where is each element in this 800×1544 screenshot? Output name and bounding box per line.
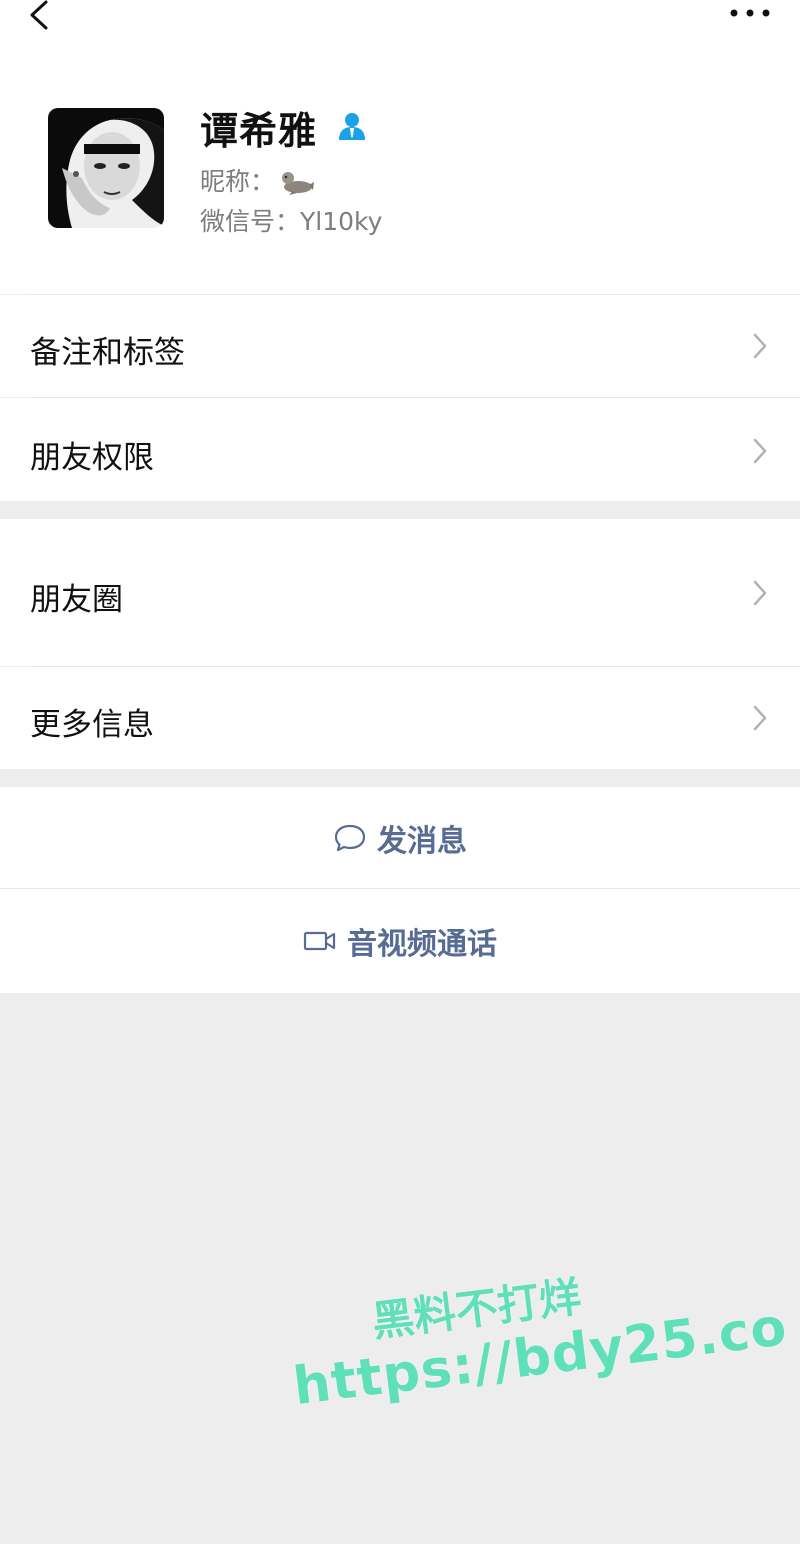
friend-permissions-label: 朋友权限 xyxy=(30,440,154,476)
avatar[interactable] xyxy=(48,108,164,228)
moments-label: 朋友圈 xyxy=(30,582,123,618)
back-icon[interactable] xyxy=(22,0,62,34)
more-info-label: 更多信息 xyxy=(30,707,154,743)
seal-emoji-icon xyxy=(282,172,315,195)
send-message-button[interactable]: 发消息 xyxy=(0,787,800,888)
video-call-label: 音视频通话 xyxy=(347,927,497,962)
video-camera-icon xyxy=(303,931,336,951)
remark-tags-label: 备注和标签 xyxy=(30,335,185,371)
more-icon[interactable] xyxy=(724,4,776,22)
chevron-right-icon xyxy=(753,580,767,606)
chevron-right-icon xyxy=(753,333,767,359)
person-badge-icon xyxy=(339,113,365,140)
nickname-row: 昵称： xyxy=(200,162,315,198)
chevron-right-icon xyxy=(753,438,767,464)
moments-row[interactable]: 朋友圈 xyxy=(0,519,800,666)
wechat-id-value: Yl10ky xyxy=(300,207,383,236)
nickname-label: 昵称： xyxy=(200,167,276,196)
wechat-id-row: 微信号：Yl10ky xyxy=(200,202,382,238)
top-bar xyxy=(0,0,800,60)
chevron-right-icon xyxy=(753,705,767,731)
friend-permissions-row[interactable]: 朋友权限 xyxy=(0,398,800,501)
send-message-label: 发消息 xyxy=(377,823,467,859)
profile-card: 谭希雅 昵称： 微信号：Yl10ky xyxy=(0,0,800,294)
watermark: 黑料不打烊 https://bdy25.co xyxy=(284,1247,790,1417)
more-info-row[interactable]: 更多信息 xyxy=(0,667,800,769)
chat-bubble-icon xyxy=(334,824,366,851)
wechat-id-label: 微信号： xyxy=(200,207,301,236)
remark-tags-row[interactable]: 备注和标签 xyxy=(0,295,800,397)
avatar-photo xyxy=(48,108,164,228)
video-call-button[interactable]: 音视频通话 xyxy=(0,889,800,993)
contact-name: 谭希雅 xyxy=(200,109,318,153)
